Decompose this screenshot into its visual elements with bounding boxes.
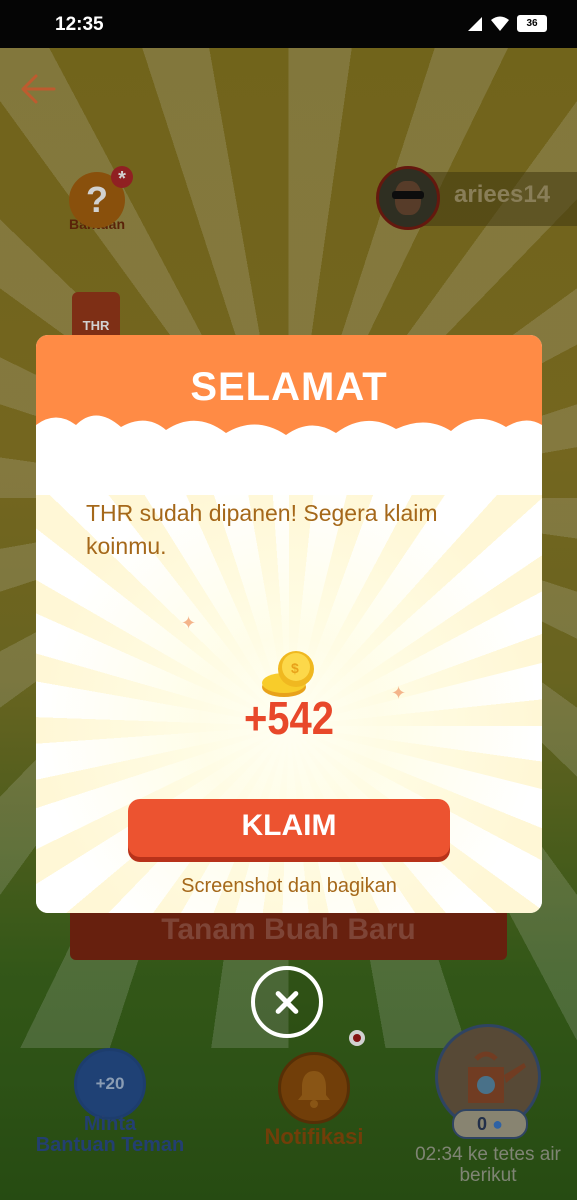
status-bar: 12:35 36 xyxy=(0,0,577,48)
wifi-icon xyxy=(491,16,509,31)
close-icon[interactable] xyxy=(251,966,323,1038)
modal-message: THR sudah dipanen! Segera klaim koinmu. xyxy=(86,500,438,559)
signal-icon xyxy=(468,16,482,31)
game-scene: ? * Bantuan THR ariees14 Tanam Buah Baru… xyxy=(0,48,577,1200)
claim-button[interactable]: KLAIM xyxy=(128,799,450,857)
svg-text:$: $ xyxy=(291,660,299,676)
cloud-divider xyxy=(36,415,542,485)
coin-amount: +542 xyxy=(243,693,335,745)
modal-title: SELAMAT xyxy=(190,365,388,409)
screenshot-share-link[interactable]: Screenshot dan bagikan xyxy=(36,875,542,898)
status-time: 12:35 xyxy=(55,14,104,35)
sparkle-icon: ✦ xyxy=(181,613,197,633)
battery-icon: 36 xyxy=(517,15,547,32)
status-icons: 36 xyxy=(467,15,547,32)
reward-modal: SELAMAT THR sudah dipanen! Segera klaim … xyxy=(36,335,542,913)
